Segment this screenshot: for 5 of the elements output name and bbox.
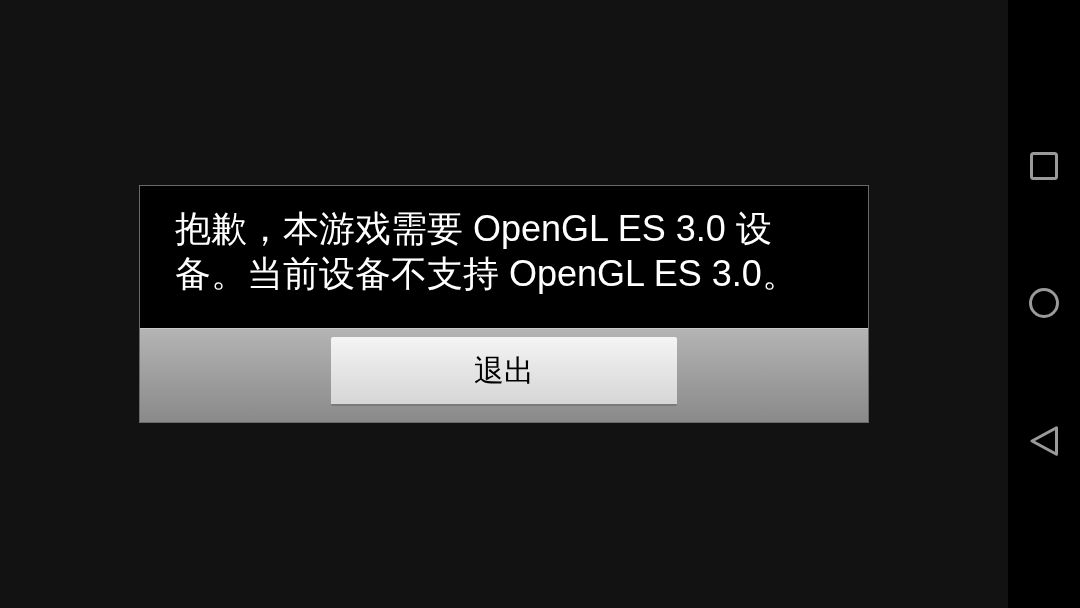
- exit-button[interactable]: 退出: [331, 337, 677, 406]
- square-icon[interactable]: [1030, 152, 1058, 180]
- back-triangle-icon[interactable]: [1030, 426, 1058, 456]
- error-message: 抱歉，本游戏需要 OpenGL ES 3.0 设备。当前设备不支持 OpenGL ES 3.0。: [175, 207, 799, 296]
- circle-icon[interactable]: [1029, 288, 1059, 318]
